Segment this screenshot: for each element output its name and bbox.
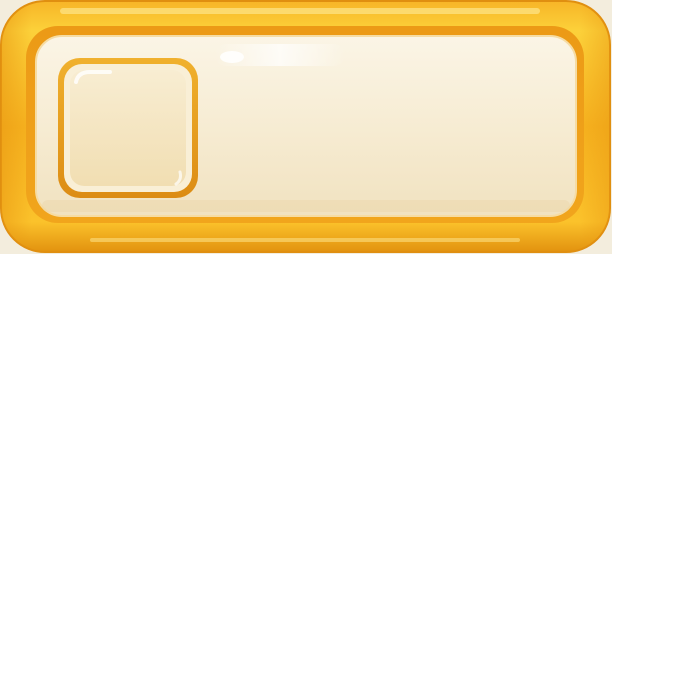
empty-slot-icon (70, 70, 186, 186)
item-panel (0, 0, 611, 253)
game-ui-stage (0, 0, 682, 682)
item-slot[interactable] (58, 58, 198, 198)
